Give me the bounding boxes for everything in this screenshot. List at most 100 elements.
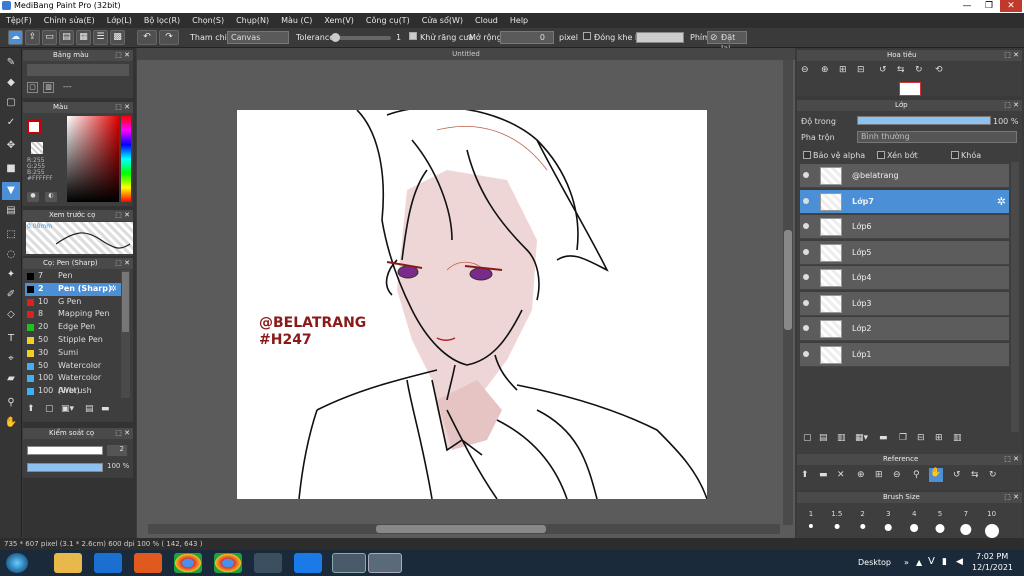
panel-close-icon[interactable]: ⬚ ✕ <box>115 210 130 221</box>
reference-fit-icon[interactable]: ⊞ <box>875 470 883 480</box>
reference-eyedropper-icon[interactable]: ⚲ <box>913 470 920 480</box>
chat-icon[interactable]: ▤ <box>59 30 74 45</box>
delete-layer-icon[interactable]: ▥ <box>953 433 962 443</box>
visibility-icon[interactable] <box>803 248 809 255</box>
gear-icon[interactable]: ✲ <box>110 283 117 296</box>
menu-edit[interactable]: Chỉnh sửa(E) <box>38 13 101 28</box>
visibility-icon[interactable] <box>803 299 809 306</box>
saturation-picker[interactable] <box>67 116 119 202</box>
brush-size-option[interactable]: 1.5 <box>825 510 849 529</box>
menu-color[interactable]: Màu (C) <box>275 13 318 28</box>
magic-wand-icon[interactable]: ✦ <box>2 266 20 284</box>
layers-scrollbar[interactable] <box>1011 162 1019 432</box>
rotate-left-icon[interactable]: ↺ <box>879 65 887 75</box>
copy-brush-icon[interactable]: ▤ <box>85 404 94 414</box>
brush-item[interactable]: 50 Watercolor <box>25 360 121 373</box>
layer-row[interactable]: Lớp5 <box>800 240 1009 265</box>
panel-close-icon[interactable]: ⬚ ✕ <box>115 258 130 269</box>
undo-icon[interactable]: ↶ <box>137 30 157 45</box>
close-icon[interactable]: ✕ <box>1000 0 1022 12</box>
brush-opacity-slider[interactable] <box>27 463 103 472</box>
eraser-icon[interactable]: ◆ <box>2 74 20 92</box>
layer-row[interactable]: Lớp2 <box>800 317 1009 341</box>
hand-icon[interactable]: ✋ <box>2 414 20 432</box>
add-brush-icon[interactable]: ▣▾ <box>61 404 74 414</box>
layer-row[interactable]: Lớp6 <box>800 215 1009 239</box>
layer-opacity-slider[interactable] <box>857 116 991 125</box>
protect-alpha-checkbox[interactable] <box>803 151 811 161</box>
brush-item[interactable]: 30 Sumi <box>25 347 121 360</box>
reset-view-icon[interactable]: ⟲ <box>935 65 943 75</box>
layer-row[interactable]: @belatrang <box>800 164 1009 188</box>
flip-icon[interactable]: ⇆ <box>897 65 905 75</box>
paint-icon[interactable] <box>254 553 282 573</box>
chrome-icon[interactable] <box>174 553 202 573</box>
tray-expand-icon[interactable]: » <box>904 558 909 567</box>
panel-close-icon[interactable]: ⬚ ✕ <box>115 428 130 439</box>
reference-flip-icon[interactable]: ⇆ <box>971 470 979 480</box>
brush-item[interactable]: 50 Stipple Pen <box>25 334 121 347</box>
fit-icon[interactable]: ⊞ <box>839 65 847 75</box>
brush-size-option[interactable]: 1 <box>799 510 823 529</box>
brush-size-option[interactable]: 7 <box>954 510 978 536</box>
visibility-icon[interactable] <box>803 197 809 204</box>
new-8bit-layer-icon[interactable]: ▥ <box>837 433 846 443</box>
file-explorer-icon[interactable] <box>54 553 82 573</box>
brush-size-option[interactable]: 3 <box>876 510 900 531</box>
document-icon[interactable]: ▦ <box>76 30 91 45</box>
tray-up-icon[interactable]: ▲ <box>916 558 922 567</box>
blend-select[interactable]: Bình thường <box>857 131 1017 143</box>
comment-icon[interactable]: ▭ <box>42 30 57 45</box>
visibility-icon[interactable] <box>803 172 809 178</box>
tolerance-slider[interactable] <box>331 33 391 42</box>
layer-folder-icon[interactable]: ▬ <box>879 433 888 443</box>
operation-icon[interactable]: ⌖ <box>2 350 20 368</box>
zoom-out-icon[interactable]: ⊖ <box>801 65 809 75</box>
antialias-checkbox[interactable] <box>409 28 417 48</box>
gap-close-checkbox[interactable] <box>583 28 591 48</box>
media-player-icon[interactable] <box>134 553 162 573</box>
menu-filter[interactable]: Bộ lọc(R) <box>138 13 186 28</box>
reference-rotate-right-icon[interactable]: ↻ <box>989 470 997 480</box>
palette-swatches[interactable] <box>27 64 129 76</box>
visibility-icon[interactable] <box>803 223 809 229</box>
add-layer-dropdown-icon[interactable]: ▦▾ <box>855 433 868 443</box>
start-icon[interactable] <box>6 553 28 573</box>
brush-size-option[interactable]: 10 <box>980 510 1004 538</box>
list-icon[interactable]: ☰ <box>93 30 108 45</box>
select-eraser-icon[interactable]: ◇ <box>2 306 20 324</box>
new-halftone-layer-icon[interactable]: ▤ <box>819 433 828 443</box>
expand-input[interactable]: 0 <box>500 31 554 44</box>
zoom-in-icon[interactable]: ⊕ <box>821 65 829 75</box>
panel-close-icon[interactable]: ⬚ ✕ <box>1004 100 1019 111</box>
gear-icon[interactable]: ✲ <box>997 195 1006 208</box>
visibility-icon[interactable] <box>803 325 809 331</box>
new-brush-icon[interactable]: ▢ <box>45 404 54 414</box>
share-icon[interactable]: ⇪ <box>25 30 40 45</box>
select-pen-icon[interactable]: ✐ <box>2 286 20 304</box>
volume-icon[interactable]: ◀ <box>956 557 963 567</box>
navigator-thumbnail[interactable] <box>899 82 921 96</box>
brush-size-slider[interactable] <box>27 446 103 455</box>
rotate-right-icon[interactable]: ↻ <box>915 65 923 75</box>
reference-close-icon[interactable]: ✕ <box>837 470 845 480</box>
panel-close-icon[interactable]: ⬚ ✕ <box>115 50 130 61</box>
reference-open-icon[interactable]: ▬ <box>819 470 828 480</box>
chrome-active-icon[interactable] <box>332 553 366 573</box>
menu-tools[interactable]: Công cụ(T) <box>360 13 416 28</box>
brush-item[interactable]: 2 Pen (Sharp) ✲ <box>25 282 121 296</box>
reference-hand-icon[interactable]: ✋ <box>929 468 943 482</box>
reference-zoom-in-icon[interactable]: ⊕ <box>857 470 865 480</box>
restore-icon[interactable]: ❐ <box>978 0 1000 12</box>
medibang-taskbar-icon[interactable] <box>368 553 402 573</box>
reference-upload-icon[interactable]: ⬆ <box>801 470 809 480</box>
move-icon[interactable]: ✥ <box>2 137 20 155</box>
panel-close-icon[interactable]: ⬚ ✕ <box>1004 492 1019 503</box>
network-icon[interactable]: ▮ <box>942 557 947 567</box>
text-icon[interactable]: T <box>2 330 20 348</box>
layer-settings-icon[interactable]: ⊞ <box>935 433 943 443</box>
new-layer-icon[interactable]: ▢ <box>803 433 812 443</box>
brush-list-scrollbar[interactable] <box>121 270 130 398</box>
menu-cloud[interactable]: Cloud <box>469 13 504 28</box>
eyedropper-icon[interactable]: ⚲ <box>2 394 20 412</box>
